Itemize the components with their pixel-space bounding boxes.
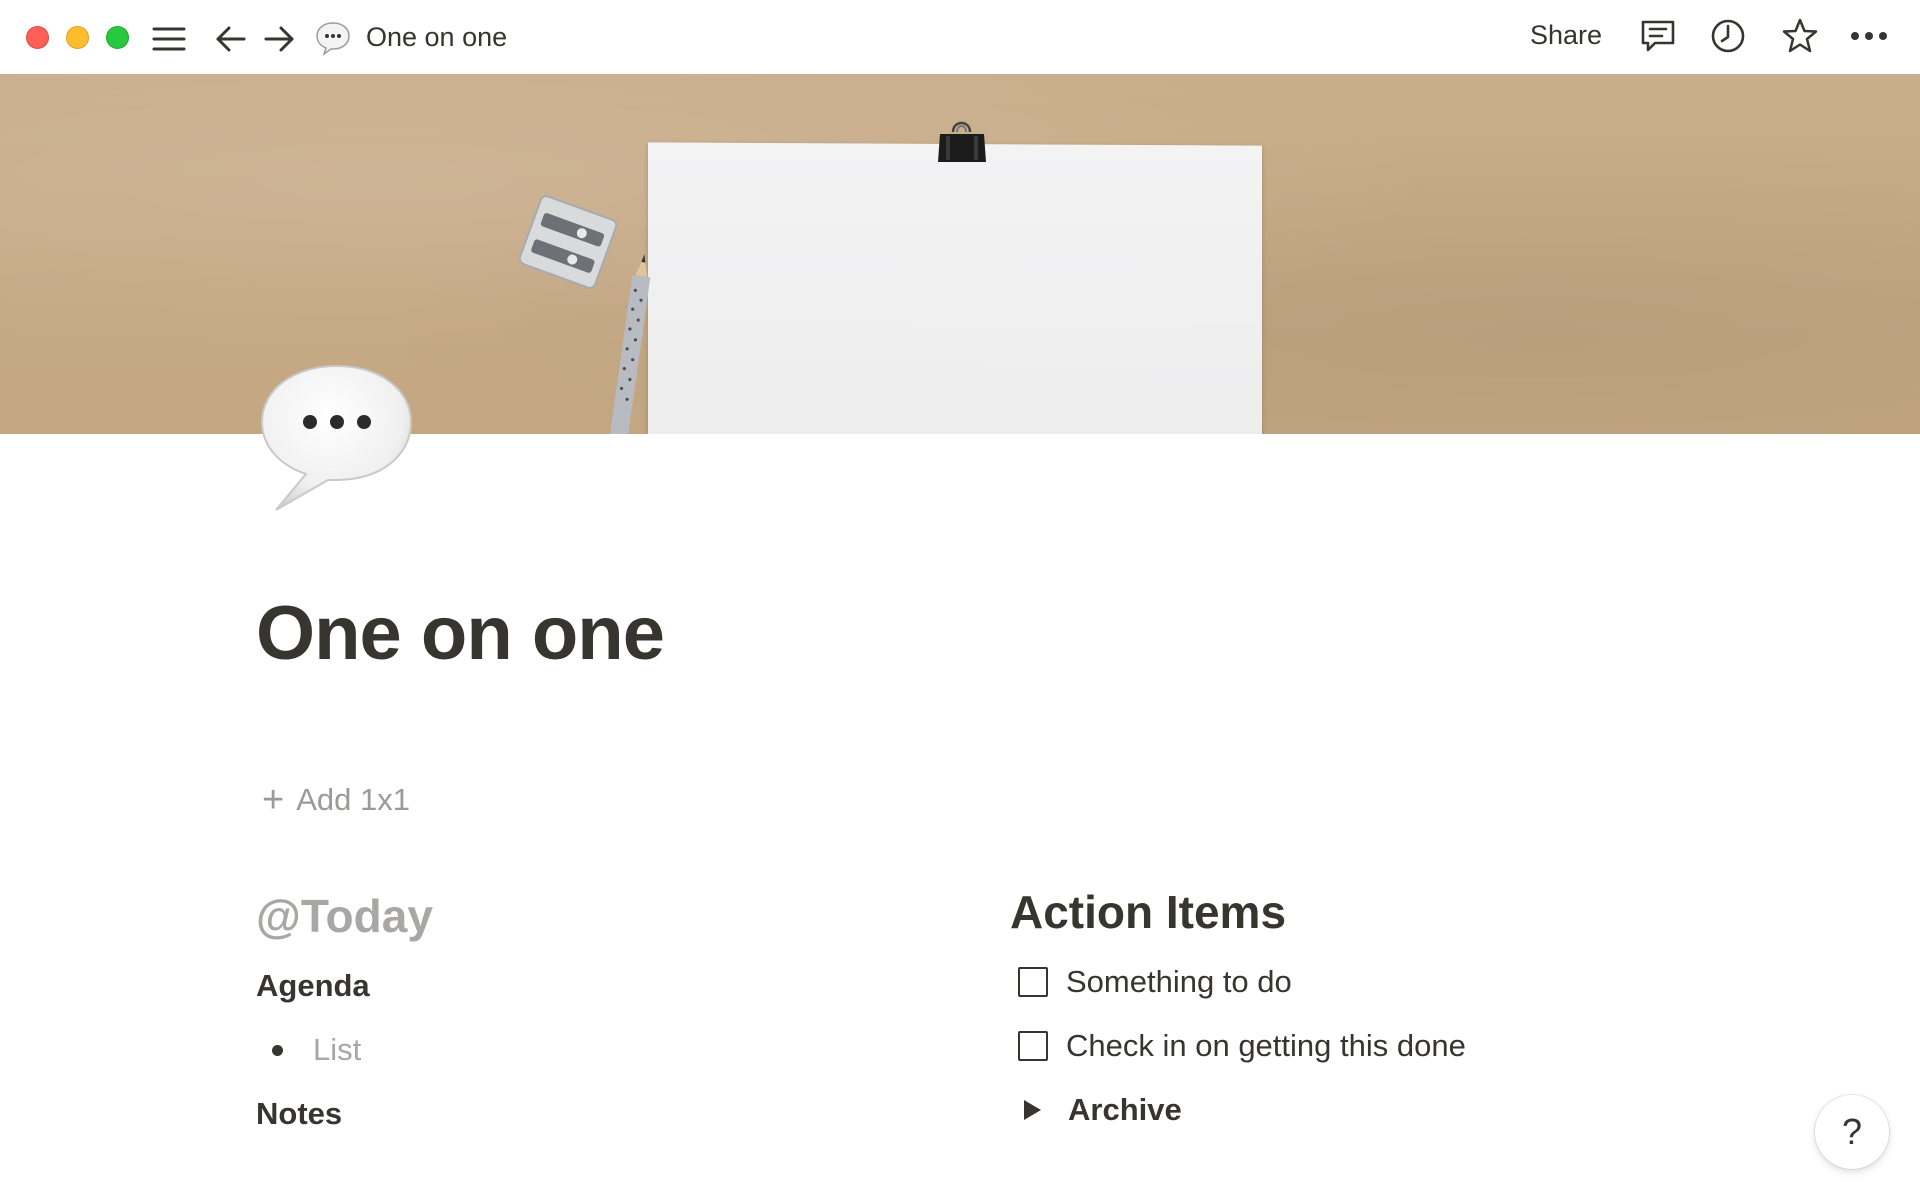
history-clock-icon[interactable] (1708, 16, 1748, 56)
todo-item[interactable]: Check in on getting this done (1018, 1026, 1466, 1066)
window-minimize-button[interactable] (66, 26, 89, 49)
sidebar-menu-icon[interactable] (150, 20, 188, 58)
comments-icon[interactable] (1638, 16, 1678, 56)
help-button[interactable]: ? (1815, 1095, 1889, 1169)
todo-checkbox[interactable] (1018, 1031, 1048, 1061)
breadcrumb-title[interactable]: One on one (366, 20, 507, 54)
page-icon-speech-bubble[interactable] (258, 358, 416, 516)
agenda-heading[interactable]: Agenda (256, 966, 370, 1006)
todo-label: Something to do (1066, 964, 1292, 999)
window-zoom-button[interactable] (106, 26, 129, 49)
add-1x1-label: Add 1x1 (296, 782, 410, 817)
date-mention-today[interactable]: @Today (256, 888, 433, 944)
speech-bubble-icon[interactable] (314, 19, 352, 57)
add-1x1-button[interactable]: + Add 1x1 (262, 780, 410, 820)
notes-heading[interactable]: Notes (256, 1094, 342, 1134)
toggle-triangle-icon[interactable] (1024, 1100, 1041, 1120)
share-button[interactable]: Share (1530, 18, 1602, 52)
top-bar: One on one Share (0, 0, 1920, 74)
todo-checkbox[interactable] (1018, 967, 1048, 997)
bullet-icon (272, 1044, 283, 1056)
plus-icon: + (262, 779, 285, 821)
back-arrow-icon[interactable] (212, 20, 250, 58)
list-placeholder: List (313, 1032, 362, 1067)
page-title[interactable]: One on one (256, 588, 665, 680)
action-items-heading[interactable]: Action Items (1010, 884, 1286, 940)
agenda-list-item[interactable]: List (272, 1030, 361, 1070)
archive-toggle[interactable]: Archive (1018, 1090, 1182, 1130)
todo-item[interactable]: Something to do (1018, 962, 1292, 1002)
archive-toggle-label: Archive (1068, 1092, 1182, 1127)
favorite-star-icon[interactable] (1780, 16, 1820, 56)
more-dots-icon[interactable] (1848, 16, 1890, 56)
forward-arrow-icon[interactable] (260, 20, 298, 58)
todo-label: Check in on getting this done (1066, 1028, 1466, 1063)
window-close-button[interactable] (26, 26, 49, 49)
